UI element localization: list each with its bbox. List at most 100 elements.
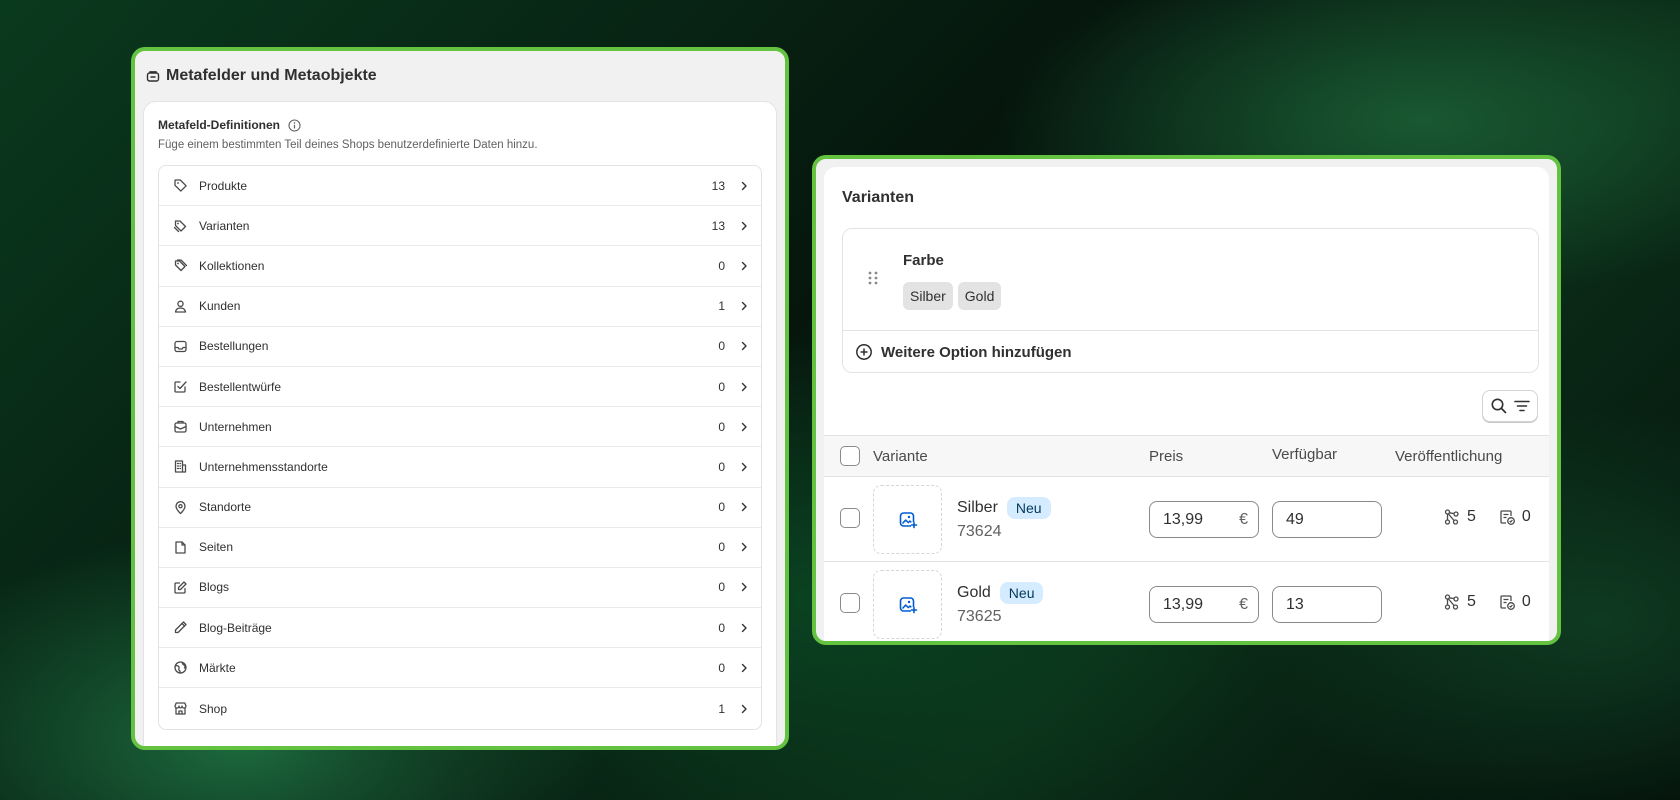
variants-card: Varianten Farbe Silber Gold Weitere Opti…	[824, 167, 1549, 641]
metafield-row-label: Kunden	[199, 299, 241, 314]
search-icon	[1490, 397, 1508, 415]
metafield-row[interactable]: Kollektionen 0	[159, 246, 761, 287]
metafield-row-count: 0	[718, 660, 725, 675]
available-input[interactable]: 49	[1272, 501, 1382, 538]
publishing-status[interactable]: 50	[1443, 508, 1531, 526]
chevron-right-icon	[739, 582, 749, 592]
image-add-icon	[898, 595, 918, 615]
metafield-row-label: Märkte	[199, 660, 236, 675]
metafield-row-label: Shop	[199, 701, 228, 716]
drag-handle-icon[interactable]	[867, 270, 879, 286]
price-value: 13,99	[1163, 510, 1204, 528]
metafield-row-label: Unternehmen	[199, 419, 272, 434]
publishing-status[interactable]: 50	[1443, 593, 1531, 611]
row-checkbox[interactable]	[840, 508, 860, 528]
person-icon	[173, 299, 188, 314]
option-value-pill[interactable]: Silber	[903, 282, 953, 310]
chevron-right-icon	[739, 542, 749, 552]
building-icon	[173, 459, 188, 474]
metafield-row-label: Bestellungen	[199, 339, 269, 354]
page-title: Metafelder und Metaobjekte	[166, 67, 377, 84]
tag-icon	[173, 178, 188, 193]
metafield-row-count: 0	[718, 459, 725, 474]
chevron-right-icon	[739, 422, 749, 432]
metafield-row-label: Blogs	[199, 580, 230, 595]
chevron-right-icon	[739, 181, 749, 191]
add-image-button[interactable]	[873, 570, 942, 639]
column-price[interactable]: Preis	[1149, 448, 1183, 465]
catalog-icon	[1498, 593, 1516, 611]
catalog-icon	[1498, 508, 1516, 526]
status-badge: Neu	[1006, 497, 1051, 519]
metafield-row-label: Standorte	[199, 500, 252, 515]
metafield-row[interactable]: Standorte 0	[159, 488, 761, 528]
column-variant[interactable]: Variante	[873, 448, 928, 465]
search-filter-button[interactable]	[1482, 390, 1538, 422]
add-option-button[interactable]: Weitere Option hinzufügen	[843, 330, 1538, 373]
currency-suffix: €	[1239, 510, 1248, 528]
channels-count: 5	[1467, 508, 1476, 525]
price-input[interactable]: 13,99 €	[1149, 586, 1259, 623]
row-checkbox[interactable]	[840, 593, 860, 613]
available-input[interactable]: 13	[1272, 586, 1382, 623]
column-publishing[interactable]: Veröffentlichung	[1395, 448, 1502, 465]
metafield-row-count: 0	[718, 419, 725, 434]
metafield-row[interactable]: Bestellungen 0	[159, 327, 761, 367]
table-row[interactable]: Silber Neu 73624 13,99 €49 5 0	[824, 477, 1549, 562]
options-box: Farbe Silber Gold Weitere Option hinzufü…	[842, 228, 1539, 373]
chevron-right-icon	[739, 623, 749, 633]
metafield-row-count: 13	[711, 218, 725, 233]
chevron-right-icon	[739, 704, 749, 714]
catalogs-count: 0	[1521, 508, 1531, 525]
metafield-row[interactable]: Seiten 0	[159, 528, 761, 568]
metafield-row-count: 0	[718, 620, 725, 635]
variants-title: Varianten	[842, 189, 915, 206]
metafield-row[interactable]: Shop 1	[159, 688, 761, 728]
metafield-list: Produkte 13 Varianten 13 Kollektionen 0 Kunden…	[158, 165, 762, 730]
metafield-row[interactable]: Varianten 13	[159, 206, 761, 247]
metafield-row-count: 1	[718, 299, 725, 314]
metafield-row-count: 1	[718, 701, 725, 716]
metafield-row[interactable]: Produkte 13	[159, 166, 761, 207]
metafield-row-label: Blog-Beiträge	[199, 620, 272, 635]
collection-icon	[173, 258, 188, 273]
metafield-row-count: 0	[718, 580, 725, 595]
metafield-row[interactable]: Märkte 0	[159, 648, 761, 689]
metafield-row[interactable]: Blogs 0	[159, 568, 761, 609]
metafield-row-label: Kollektionen	[199, 258, 265, 273]
metafield-row-label: Unternehmensstandorte	[199, 459, 328, 474]
metafield-row[interactable]: Blog-Beiträge 0	[159, 608, 761, 649]
chevron-right-icon	[739, 301, 749, 311]
chevron-right-icon	[739, 261, 749, 271]
option-value-pill[interactable]: Gold	[957, 282, 1002, 310]
option-name[interactable]: Farbe	[903, 252, 944, 269]
variant-sku: 73624	[957, 523, 1002, 540]
add-image-button[interactable]	[873, 485, 942, 554]
sales-channels-icon	[1443, 593, 1461, 611]
catalogs-count: 0	[1521, 593, 1531, 610]
metafield-row[interactable]: Unternehmen 0	[159, 407, 761, 448]
table-header: Variante Preis Verfügbar Veröffentlichun…	[824, 435, 1549, 477]
variant-sku: 73625	[957, 608, 1002, 625]
metafield-row-count: 0	[718, 500, 725, 515]
price-input[interactable]: 13,99 €	[1149, 501, 1259, 538]
metafield-row-count: 13	[711, 178, 725, 193]
plus-circle-icon	[855, 343, 873, 361]
metafield-row[interactable]: Bestellentwürfe 0	[159, 367, 761, 408]
info-icon[interactable]	[288, 118, 301, 132]
inbox-icon	[173, 339, 188, 354]
select-all-checkbox[interactable]	[840, 446, 860, 466]
variant-name[interactable]: Silber	[957, 499, 998, 517]
chevron-right-icon	[739, 221, 749, 231]
metafield-row-count: 0	[718, 379, 725, 394]
variant-name-group: Silber Neu	[957, 497, 1051, 519]
metafield-row[interactable]: Unternehmensstandorte 0	[159, 447, 761, 488]
variant-name[interactable]: Gold	[957, 584, 991, 602]
table-row[interactable]: Gold Neu 73625 13,99 €13 5 0	[824, 562, 1549, 641]
column-available[interactable]: Verfügbar	[1272, 446, 1337, 463]
currency-suffix: €	[1239, 595, 1248, 613]
blog-icon	[173, 580, 188, 595]
metafield-row[interactable]: Kunden 1	[159, 287, 761, 327]
globe-icon	[173, 660, 188, 675]
option-values: Silber Gold	[903, 282, 1002, 310]
